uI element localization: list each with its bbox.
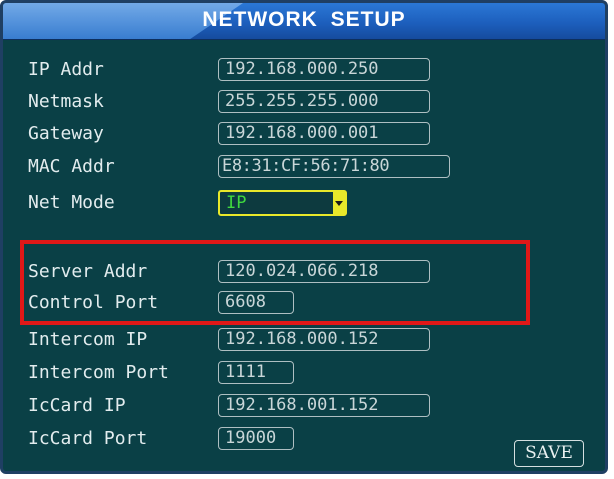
intercom-port-field[interactable]: 1111 [218, 361, 294, 384]
row-intercom-ip: Intercom IP 192.168.000.152 [3, 325, 603, 355]
ip-addr-label: IP Addr [28, 59, 104, 80]
intercom-ip-field[interactable]: 192.168.000.152 [218, 328, 430, 351]
net-mode-label: Net Mode [28, 192, 115, 213]
mac-addr-label: MAC Addr [28, 156, 115, 177]
net-mode-select[interactable]: IP [218, 190, 347, 216]
netmask-label: Netmask [28, 91, 104, 112]
iccard-ip-field[interactable]: 192.168.001.152 [218, 394, 430, 417]
page-title: NETWORK SETUP [202, 8, 406, 31]
chevron-down-icon[interactable] [333, 192, 345, 214]
mac-addr-field[interactable]: E8:31:CF:56:71:80 [218, 155, 450, 178]
gateway-field[interactable]: 192.168.000.001 [218, 122, 430, 145]
iccard-ip-label: IcCard IP [28, 395, 126, 416]
row-ip-addr: IP Addr 192.168.000.250 [3, 55, 603, 85]
row-iccard-ip: IcCard IP 192.168.001.152 [3, 391, 603, 421]
save-button[interactable]: SAVE [514, 440, 584, 467]
row-netmask: Netmask 255.255.255.000 [3, 87, 603, 117]
title-bar: NETWORK SETUP [3, 3, 605, 40]
gateway-label: Gateway [28, 123, 104, 144]
row-iccard-port: IcCard Port 19000 [3, 424, 603, 454]
row-gateway: Gateway 192.168.000.001 [3, 119, 603, 149]
highlight-box [20, 240, 530, 325]
net-mode-value: IP [226, 193, 247, 213]
network-setup-window: NETWORK SETUP IP Addr 192.168.000.250 Ne… [0, 0, 608, 474]
row-intercom-port: Intercom Port 1111 [3, 358, 603, 388]
intercom-port-label: Intercom Port [28, 362, 169, 383]
iccard-port-field[interactable]: 19000 [218, 427, 294, 450]
iccard-port-label: IcCard Port [28, 428, 148, 449]
netmask-field[interactable]: 255.255.255.000 [218, 90, 430, 113]
ip-addr-field[interactable]: 192.168.000.250 [218, 58, 430, 81]
row-mac-addr: MAC Addr E8:31:CF:56:71:80 [3, 152, 603, 182]
intercom-ip-label: Intercom IP [28, 329, 148, 350]
row-net-mode: Net Mode IP [3, 188, 603, 218]
